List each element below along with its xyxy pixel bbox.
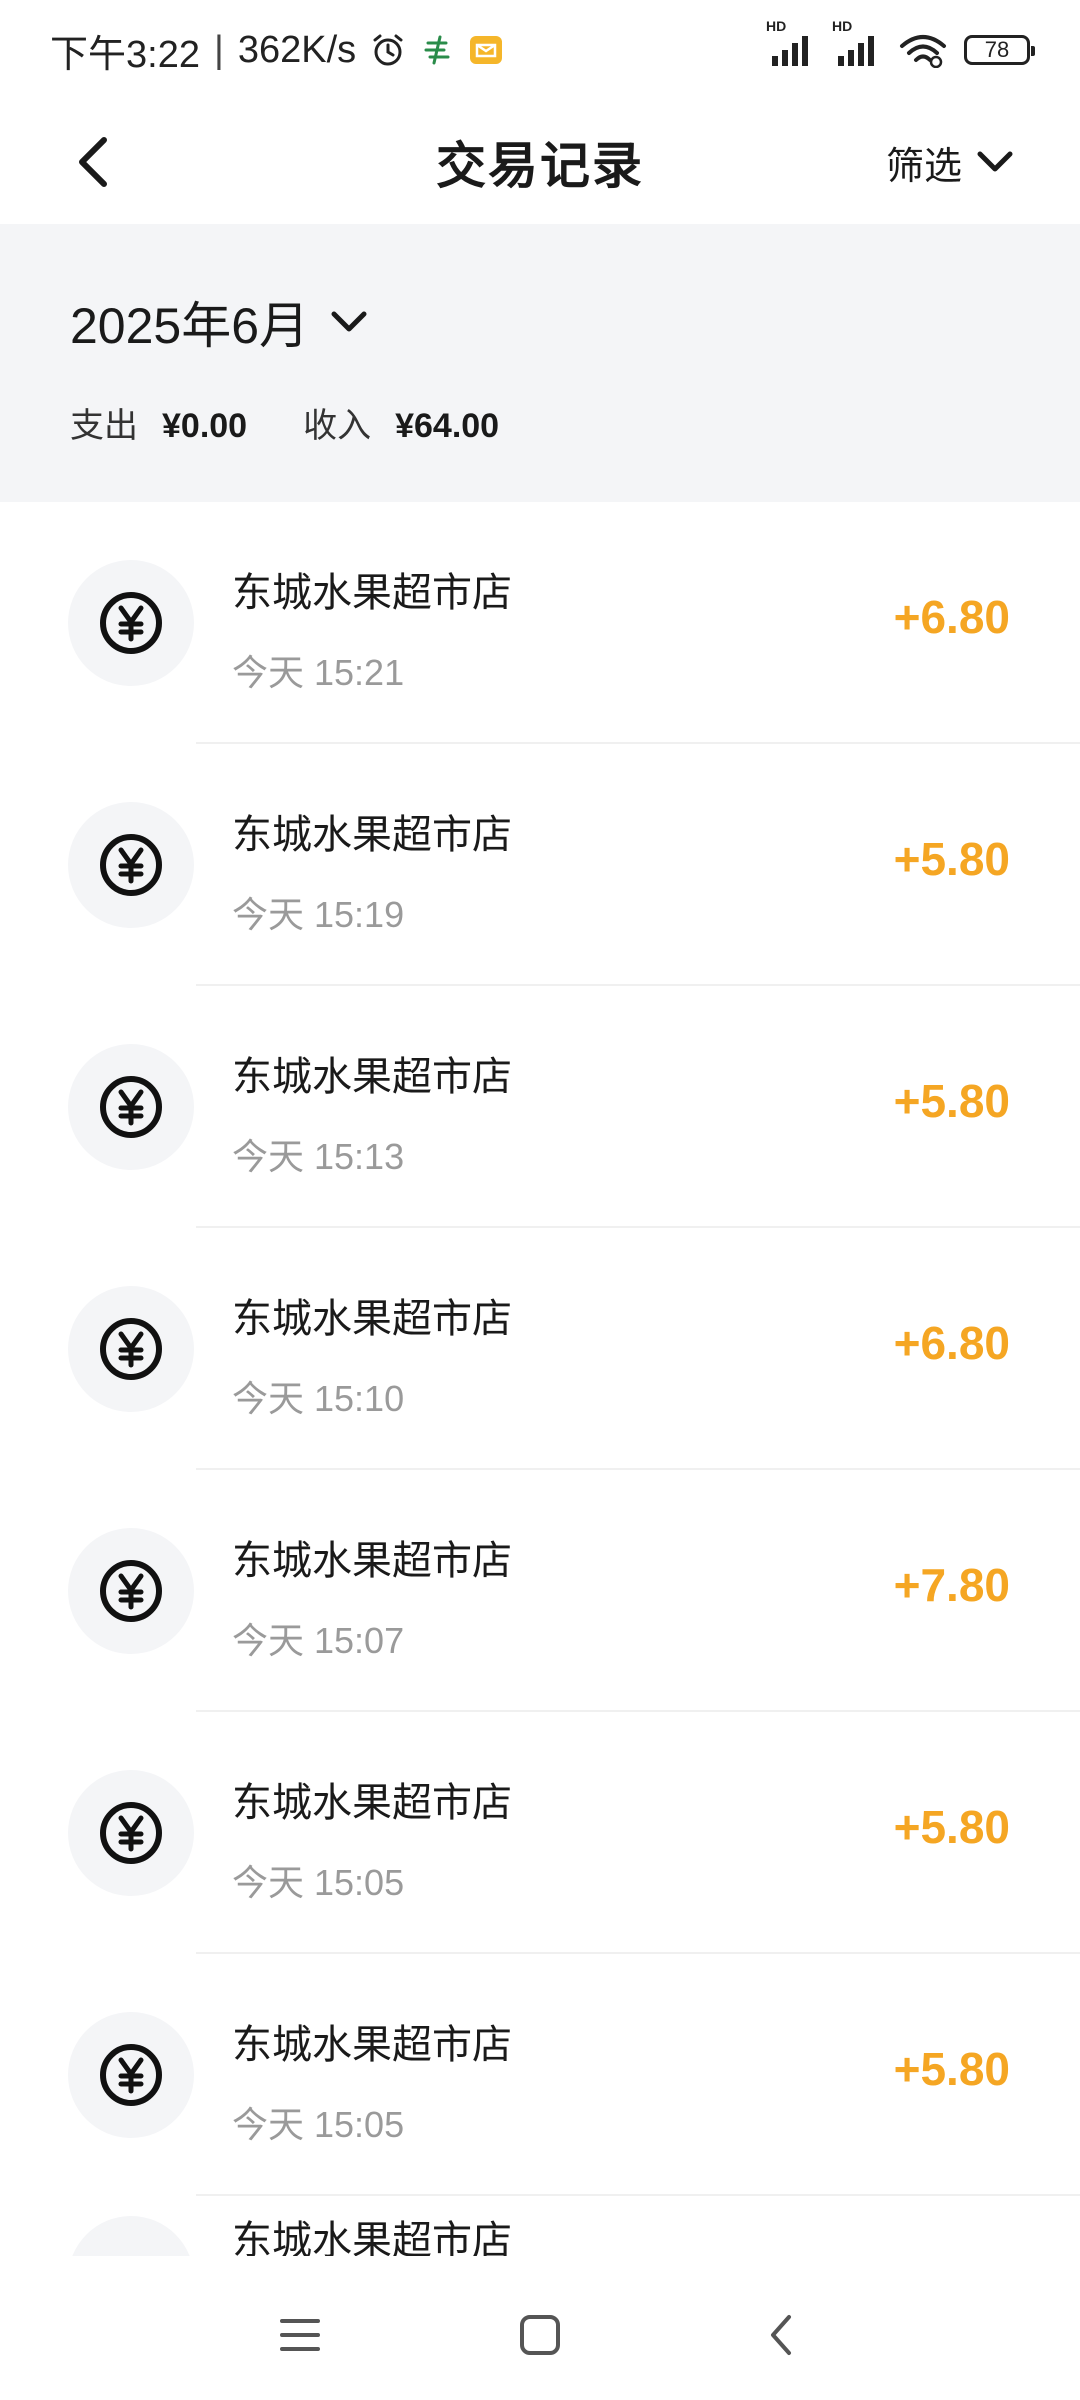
back-button[interactable] xyxy=(60,130,124,194)
transaction-amount: +7.80 xyxy=(893,1559,1010,1611)
income-label: 收入 xyxy=(303,407,372,445)
app-notification-icon xyxy=(420,33,454,67)
network-label: HD xyxy=(766,18,787,34)
merchant-name: 东城水果超市店 xyxy=(232,813,512,857)
transaction-time: 今天 15:13 xyxy=(232,1136,405,1177)
merchant-name: 东城水果超市店 xyxy=(232,2219,512,2256)
filter-label: 筛选 xyxy=(885,145,962,188)
transaction-time: 今天 15:05 xyxy=(232,2104,405,2145)
transaction-list: 东城水果超市店 今天 15:21 +6.80 东城水果超市店 今天 15:19 … xyxy=(0,502,1080,2256)
transaction-row[interactable]: 东城水果超市店 今天 15:21 +6.80 xyxy=(0,502,1080,744)
home-square-icon xyxy=(520,2315,560,2355)
merchant-name: 东城水果超市店 xyxy=(232,2023,512,2067)
income-value: ¥64.00 xyxy=(395,407,500,445)
transaction-time: 今天 15:19 xyxy=(232,894,405,935)
back-chevron-icon xyxy=(771,2315,791,2355)
month-label: 2025年6月 xyxy=(70,298,310,354)
merchant-name: 东城水果超市店 xyxy=(232,1781,512,1825)
transaction-time: 今天 15:05 xyxy=(232,1862,405,1903)
transaction-amount: +6.80 xyxy=(893,591,1010,643)
alarm-icon xyxy=(370,32,406,68)
transaction-row[interactable]: 东城水果超市店 今天 15:05 +5.80 xyxy=(0,1712,1080,1954)
transaction-amount: +5.80 xyxy=(893,1801,1010,1853)
back-arrow-icon xyxy=(79,137,107,187)
network-label-2: HD xyxy=(832,18,853,34)
transaction-row[interactable]: 东城水果超市店 今天 15:13 +5.80 xyxy=(0,986,1080,1228)
page-title: 交易记录 xyxy=(436,138,644,194)
transaction-row[interactable]: 东城水果超市店 今天 15:19 +5.80 xyxy=(0,744,1080,986)
transaction-amount: +6.80 xyxy=(893,1317,1010,1369)
yuan-coin-icon xyxy=(68,560,194,686)
month-selector[interactable]: 2025年6月 xyxy=(70,286,1080,358)
transaction-amount: +5.80 xyxy=(893,833,1010,885)
transaction-time: 今天 15:07 xyxy=(232,1620,405,1661)
yuan-coin-icon xyxy=(68,1770,194,1896)
yuan-coin-icon xyxy=(68,1044,194,1170)
yuan-coin-icon xyxy=(68,802,194,928)
month-chevron-down-icon xyxy=(331,311,367,332)
signal-icon: HD xyxy=(766,18,816,68)
status-bar: 下午3:22 | 362K/s HD HD 78 xyxy=(0,0,1080,100)
merchant-name: 东城水果超市店 xyxy=(232,1539,512,1583)
status-time: 下午3:22 xyxy=(50,33,200,76)
expense-label: 支出 xyxy=(70,407,138,445)
yuan-coin-icon xyxy=(68,2216,194,2256)
transaction-time: 今天 15:10 xyxy=(232,1378,405,1419)
merchant-name: 东城水果超市店 xyxy=(232,1297,512,1341)
expense-value: ¥0.00 xyxy=(162,407,248,445)
battery-icon: 78 xyxy=(964,35,1035,65)
monthly-summary: 2025年6月 支出 ¥0.00 收入 ¥64.00 xyxy=(0,224,1080,502)
system-back-button[interactable] xyxy=(750,2305,810,2365)
status-separator: | xyxy=(213,28,224,71)
transaction-amount: +5.80 xyxy=(893,2043,1010,2095)
transaction-records-screen: 下午3:22 | 362K/s HD HD 78 交易记录 筛选 2025年6月… xyxy=(0,0,1080,2400)
signal-icon-2: HD xyxy=(832,18,882,68)
menu-icon xyxy=(280,2319,320,2351)
totals-row: 支出 ¥0.00 收入 ¥64.00 xyxy=(70,398,1080,447)
yuan-coin-icon xyxy=(68,1286,194,1412)
yuan-coin-icon xyxy=(68,1528,194,1654)
transaction-time: 今天 15:21 xyxy=(232,652,405,693)
yuan-coin-icon xyxy=(68,2012,194,2138)
merchant-name: 东城水果超市店 xyxy=(232,571,512,615)
battery-level: 78 xyxy=(984,37,1010,62)
filter-button[interactable]: 筛选 xyxy=(886,130,1014,194)
app-header: 交易记录 筛选 xyxy=(0,100,1080,224)
menu-button[interactable] xyxy=(270,2305,330,2365)
mail-notification-icon xyxy=(468,32,504,68)
transaction-row-partial[interactable]: 东城水果超市店 xyxy=(0,2196,1080,2256)
transaction-amount: +5.80 xyxy=(893,1075,1010,1127)
home-button[interactable] xyxy=(510,2305,570,2365)
system-navigation-bar xyxy=(0,2270,1080,2400)
network-speed: 362K/s xyxy=(237,28,357,71)
chevron-down-icon xyxy=(977,151,1013,172)
transaction-row[interactable]: 东城水果超市店 今天 15:10 +6.80 xyxy=(0,1228,1080,1470)
wifi-icon xyxy=(898,32,948,68)
status-left: 下午3:22 | 362K/s xyxy=(50,23,504,78)
transaction-row[interactable]: 东城水果超市店 今天 15:07 +7.80 xyxy=(0,1470,1080,1712)
transaction-row[interactable]: 东城水果超市店 今天 15:05 +5.80 xyxy=(0,1954,1080,2196)
merchant-name: 东城水果超市店 xyxy=(232,1055,512,1099)
status-right: HD HD 78 xyxy=(766,18,1035,68)
